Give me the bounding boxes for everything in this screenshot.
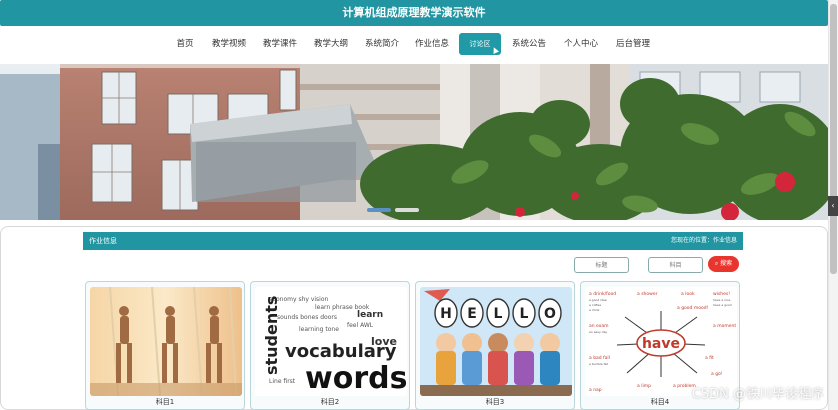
side-collapse-icon[interactable]: ‹ bbox=[828, 196, 838, 216]
subject-card[interactable]: H E L L O 科目3 bbox=[415, 281, 575, 410]
banner-image bbox=[0, 64, 828, 220]
banner-carousel[interactable] bbox=[0, 64, 828, 220]
nav-item-admin[interactable]: 后台管理 bbox=[612, 33, 654, 55]
wordcloud-big-word: words bbox=[305, 361, 407, 396]
card-label: 科目2 bbox=[320, 398, 340, 406]
mindmap-branch: a fit bbox=[705, 355, 714, 361]
wordcloud-side-word: students bbox=[262, 296, 281, 375]
carousel-dot-2[interactable] bbox=[395, 208, 419, 212]
mouse-cursor-icon bbox=[491, 46, 499, 54]
carousel-indicators bbox=[367, 208, 439, 212]
svg-text:Line first: Line first bbox=[269, 378, 296, 385]
nav-item-videos[interactable]: 教学视频 bbox=[208, 33, 250, 55]
svg-text:learning tone: learning tone bbox=[299, 326, 339, 333]
search-button[interactable]: ⌕ 搜索 bbox=[708, 256, 739, 272]
mindmap-branch: a go! bbox=[711, 371, 723, 377]
site-title: 计算机组成原理教学演示软件 bbox=[342, 6, 486, 19]
svg-text:an easy day: an easy day bbox=[589, 330, 607, 334]
card-label: 科目1 bbox=[155, 398, 175, 406]
nav-item-homework[interactable]: 作业信息 bbox=[411, 33, 453, 55]
mindmap-center: have bbox=[642, 336, 680, 352]
nav-item-home[interactable]: 首页 bbox=[172, 33, 198, 55]
mindmap-branch: a good mood! bbox=[677, 305, 709, 311]
page: 计算机组成原理教学演示软件 ‹ 首页 教学视频 教学课件 教学大纲 系统简介 作… bbox=[0, 0, 838, 410]
svg-text:have a nice: have a nice bbox=[713, 298, 730, 302]
svg-text:a coffee: a coffee bbox=[589, 303, 601, 307]
svg-text:a terrible fall: a terrible fall bbox=[589, 362, 608, 366]
nav-item-profile[interactable]: 个人中心 bbox=[560, 33, 602, 55]
hello-letter: H bbox=[440, 306, 452, 322]
svg-text:have a good: have a good bbox=[713, 303, 732, 307]
scrollbar-thumb[interactable] bbox=[830, 4, 837, 274]
mindmap-branch: a nap bbox=[589, 388, 602, 393]
title-search-input[interactable] bbox=[574, 257, 629, 273]
svg-text:sounds bones doors: sounds bones doors bbox=[277, 314, 337, 321]
svg-text:feel AWL: feel AWL bbox=[347, 322, 374, 329]
nav-item-announcements[interactable]: 系统公告 bbox=[508, 33, 550, 55]
hello-letter: E bbox=[467, 306, 477, 322]
mindmap-branch: a shower bbox=[637, 291, 658, 297]
subject-card[interactable]: economy shy vision learn phrase book soun… bbox=[250, 281, 410, 410]
carousel-dot-1[interactable] bbox=[367, 208, 391, 212]
search-button-label: 搜索 bbox=[720, 260, 733, 267]
card-image-hello: H E L L O bbox=[420, 287, 572, 396]
breadcrumb: 您现在的位置：作业信息 bbox=[670, 237, 737, 244]
main-nav: 首页 教学视频 教学课件 教学大纲 系统简介 作业信息 讨论区 系统公告 个人中… bbox=[0, 33, 828, 55]
subject-card[interactable]: 科目1 bbox=[85, 281, 245, 410]
hello-letter: L bbox=[494, 306, 503, 322]
svg-text:love: love bbox=[371, 335, 397, 348]
mindmap-branch: a limp bbox=[637, 383, 651, 389]
card-image-wordcloud: economy shy vision learn phrase book soun… bbox=[255, 287, 407, 396]
nav-item-forum[interactable]: 讨论区 bbox=[459, 33, 501, 55]
nav-item-courseware[interactable]: 教学课件 bbox=[259, 33, 301, 55]
mindmap-branch: wishes! bbox=[713, 291, 730, 297]
section-title: 作业信息 bbox=[89, 237, 117, 245]
mindmap-branch: a moment bbox=[713, 323, 736, 329]
hello-letter: O bbox=[544, 306, 556, 322]
card-image-yoga bbox=[90, 287, 242, 396]
svg-text:a good idea: a good idea bbox=[589, 298, 607, 302]
mindmap-branch: an exam bbox=[589, 324, 609, 329]
nav-item-syllabus[interactable]: 教学大纲 bbox=[310, 33, 352, 55]
card-label: 科目3 bbox=[485, 398, 505, 406]
subject-search-input[interactable] bbox=[648, 257, 703, 273]
nav-item-forum-label: 讨论区 bbox=[469, 40, 491, 48]
mindmap-branch: a bad fall bbox=[589, 355, 610, 361]
watermark: CSDN @铁川毕设程序 bbox=[691, 387, 824, 402]
mindmap-branch: a look bbox=[681, 291, 695, 297]
mindmap-branch: a drink/food bbox=[589, 291, 616, 297]
section-header: 作业信息 您现在的位置：作业信息 bbox=[83, 232, 743, 250]
nav-item-intro[interactable]: 系统简介 bbox=[361, 33, 403, 55]
search-icon: ⌕ bbox=[714, 260, 719, 267]
hello-letter: L bbox=[520, 306, 529, 322]
site-title-bar: 计算机组成原理教学演示软件 bbox=[0, 0, 828, 26]
svg-text:a drink: a drink bbox=[589, 308, 600, 312]
card-image-mindmap: have a drink/food a shower a look wishes… bbox=[585, 287, 737, 396]
svg-text:learn: learn bbox=[357, 310, 383, 320]
